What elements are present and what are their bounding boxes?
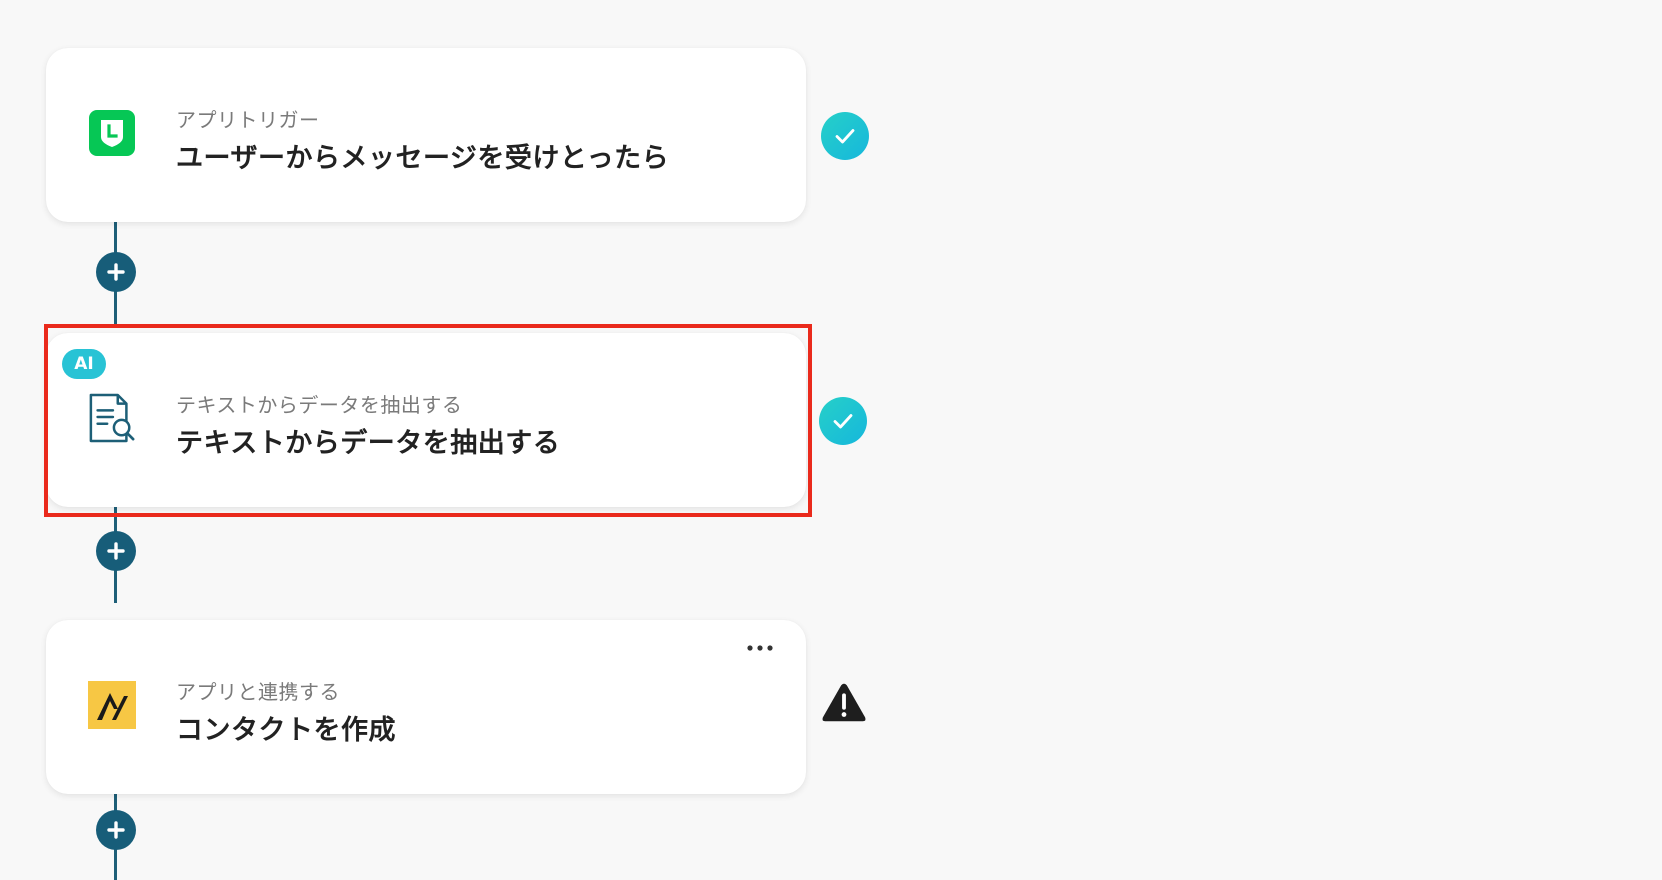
step-title: ユーザーからメッセージを受けとったら [176, 143, 670, 174]
add-step-button[interactable] [96, 252, 136, 292]
app-logo-icon [88, 681, 136, 729]
step-title: コンタクトを作成 [176, 715, 396, 746]
step-title: テキストからデータを抽出する [176, 428, 561, 459]
document-search-icon [88, 393, 136, 443]
plus-icon [107, 821, 125, 839]
step-subtitle: テキストからデータを抽出する [176, 393, 463, 417]
ai-badge: AI [62, 349, 106, 379]
ai-extract-step-card[interactable]: AI テキストからデータを抽出する テキストからデータを抽出する [46, 333, 806, 507]
create-contact-step-card[interactable]: アプリと連携する コンタクトを作成 [46, 620, 806, 794]
line-app-icon [88, 109, 136, 157]
step-complete-check-icon [819, 397, 867, 445]
more-options-icon[interactable] [740, 636, 780, 660]
warning-icon [820, 679, 868, 727]
step-complete-check-icon [821, 112, 869, 160]
plus-icon [107, 263, 125, 281]
step-subtitle: アプリと連携する [176, 680, 340, 704]
add-step-button[interactable] [96, 810, 136, 850]
step-subtitle: アプリトリガー [176, 108, 320, 132]
trigger-step-card[interactable]: アプリトリガー ユーザーからメッセージを受けとったら [46, 48, 806, 222]
plus-icon [107, 542, 125, 560]
add-step-button[interactable] [96, 531, 136, 571]
